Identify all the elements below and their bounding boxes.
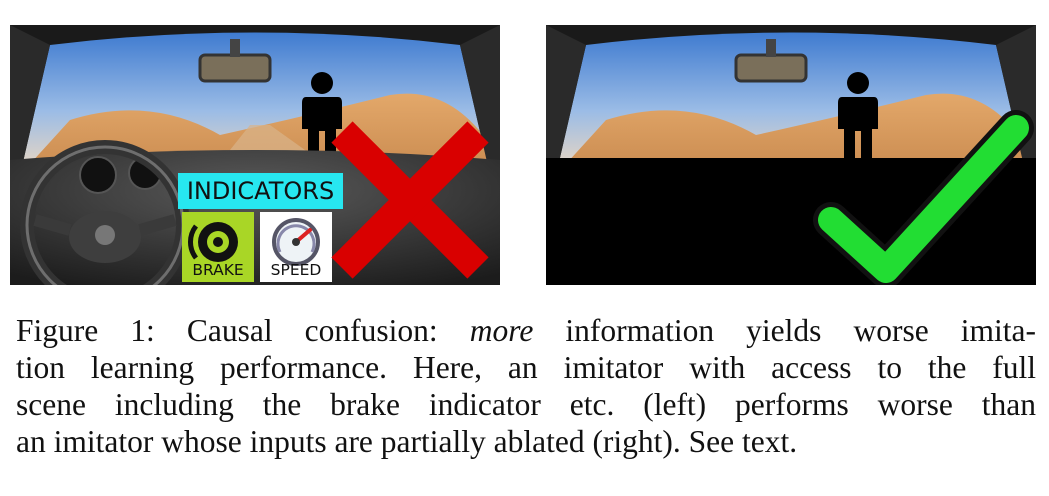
rearview-mirror: [734, 53, 808, 83]
caption-line-3: scene including the brake indicator etc.…: [16, 387, 1036, 422]
figure-label: Figure 1:: [16, 313, 155, 348]
brake-label: BRAKE: [192, 261, 244, 279]
caption-line-1: Figure 1: Causal confusion: more informa…: [16, 313, 1036, 348]
green-check-icon: [813, 110, 1034, 285]
caption-emphasis: more: [469, 313, 534, 348]
figure-caption: Figure 1: Causal confusion: more informa…: [16, 312, 1036, 460]
caption-line-2: tion learning performance. Here, an imit…: [16, 350, 1036, 385]
rearview-mirror: [198, 53, 272, 83]
caption-line-4: an imitator whose inputs are partially a…: [16, 424, 798, 459]
figure-panel-left: INDICATORS BRAKE SPEED: [10, 25, 500, 285]
red-cross-icon: [331, 121, 489, 279]
speed-label: SPEED: [270, 261, 322, 279]
indicators-label: INDICATORS: [178, 173, 343, 209]
figure-panel-right: [546, 25, 1036, 285]
